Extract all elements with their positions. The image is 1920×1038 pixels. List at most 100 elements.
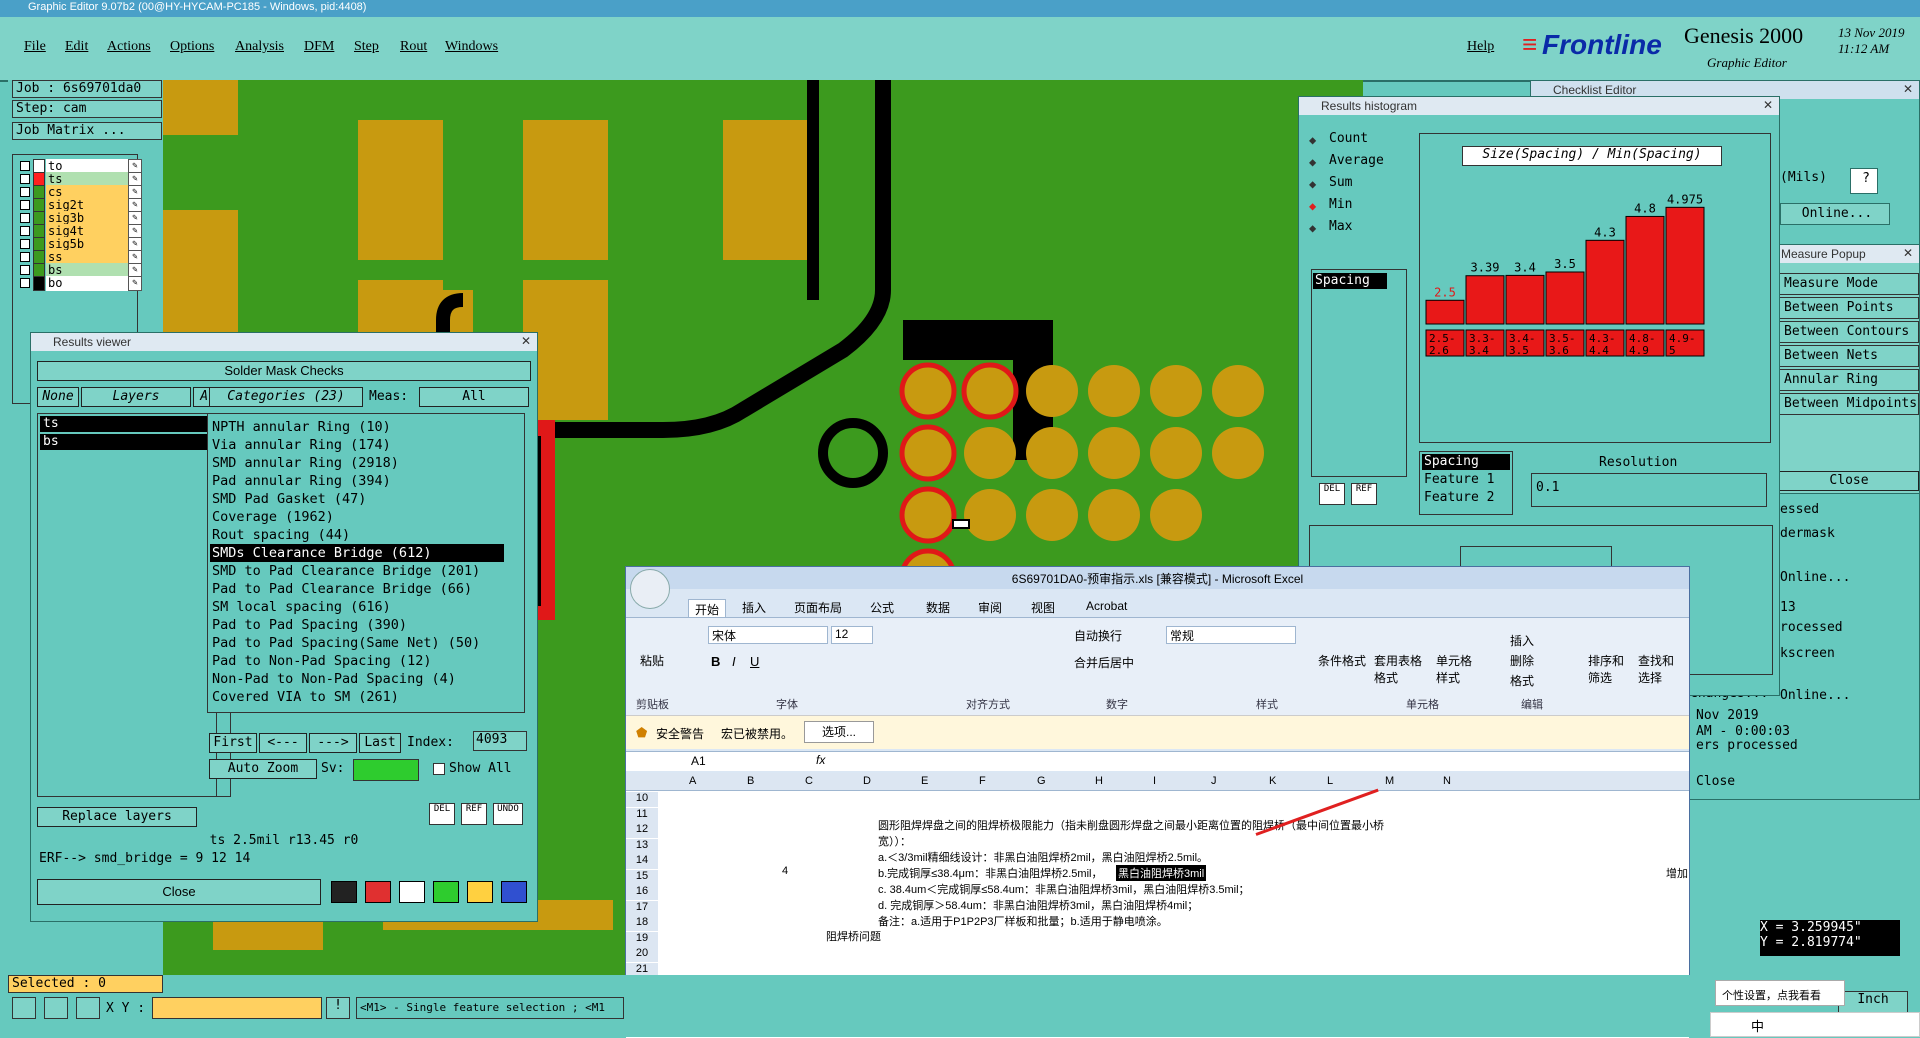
layer-checkbox[interactable] bbox=[20, 239, 30, 249]
category-item[interactable]: SMD Pad Gasket (47) bbox=[210, 490, 504, 508]
job-field[interactable]: Job : 6s69701da0 bbox=[12, 80, 162, 98]
ribbon-tab[interactable]: 数据 bbox=[926, 599, 950, 616]
category-item[interactable]: SMDs Clearance Bridge (612) bbox=[210, 544, 504, 562]
row-header[interactable]: 11 bbox=[626, 807, 658, 823]
layer-checkbox[interactable] bbox=[20, 265, 30, 275]
next-button[interactable]: ---> bbox=[309, 733, 357, 753]
sv-color-select[interactable] bbox=[353, 759, 419, 781]
tool-icon-2[interactable] bbox=[365, 881, 391, 903]
index-input[interactable]: 4093 bbox=[473, 731, 527, 751]
bold-button[interactable]: B bbox=[711, 654, 720, 669]
layer-checkbox[interactable] bbox=[20, 161, 30, 171]
histogram-bar[interactable] bbox=[1545, 271, 1585, 325]
row-header[interactable]: 10 bbox=[626, 792, 658, 807]
category-item[interactable]: Coverage (1962) bbox=[210, 508, 504, 526]
column-header[interactable]: M bbox=[1385, 775, 1394, 787]
undo-icon[interactable]: UNDO bbox=[493, 803, 523, 825]
row-header[interactable]: 13 bbox=[626, 838, 658, 854]
grid-tool-icon[interactable] bbox=[76, 997, 100, 1019]
right-row-text[interactable]: Close bbox=[1696, 774, 1735, 789]
ribbon-tab[interactable]: 审阅 bbox=[978, 599, 1002, 616]
none-button[interactable]: None bbox=[37, 387, 79, 407]
layer-result-bs[interactable]: bs bbox=[40, 434, 216, 450]
column-header[interactable]: C bbox=[805, 775, 813, 787]
menu-rout[interactable]: Rout bbox=[400, 39, 427, 55]
resolution-input[interactable]: 0.1 bbox=[1531, 473, 1767, 507]
ribbon-tab[interactable]: 页面布局 bbox=[794, 599, 842, 616]
del-icon[interactable]: DEL bbox=[429, 803, 455, 825]
xy-input[interactable] bbox=[152, 997, 322, 1019]
angle-tool-icon[interactable] bbox=[44, 997, 68, 1019]
layer-row[interactable]: bo ✎ bbox=[20, 276, 144, 291]
office-button[interactable] bbox=[630, 569, 670, 609]
layer-result-ts[interactable]: ts bbox=[40, 416, 216, 432]
cell-text-line[interactable]: a.＜3/3mil精细线设计：非黑白油阻焊桥2mil，黑白油阻焊桥2.5mil。 bbox=[878, 849, 1208, 865]
histogram-bar[interactable] bbox=[1465, 275, 1505, 325]
layers-button[interactable]: Layers bbox=[81, 387, 191, 407]
cell-text-line[interactable]: 宽））： bbox=[878, 833, 911, 849]
job-matrix-button[interactable]: Job Matrix ... bbox=[12, 122, 162, 140]
category-item[interactable]: Pad to Pad Spacing(Same Net) (50) bbox=[210, 634, 504, 652]
mode-radio[interactable]: ◆ Min bbox=[1309, 197, 1409, 215]
auto-zoom-select[interactable]: Auto Zoom bbox=[209, 759, 317, 779]
italic-button[interactable]: I bbox=[732, 654, 736, 669]
res-list-item[interactable]: Feature 1 bbox=[1422, 472, 1510, 488]
menu-edit[interactable]: Edit bbox=[65, 39, 88, 55]
row-header[interactable]: 17 bbox=[626, 900, 658, 916]
ribbon-tab[interactable]: Acrobat bbox=[1086, 599, 1127, 613]
cell-text[interactable]: 增加 bbox=[1666, 865, 1688, 881]
help-icon[interactable]: ? bbox=[1850, 168, 1878, 194]
category-item[interactable]: Non-Pad to Non-Pad Spacing (4) bbox=[210, 670, 504, 688]
cell-text[interactable]: 4 bbox=[782, 865, 788, 877]
right-row-text[interactable]: Online... bbox=[1780, 570, 1850, 585]
category-item[interactable]: SMD annular Ring (2918) bbox=[210, 454, 504, 472]
close-icon[interactable]: ✕ bbox=[521, 334, 531, 348]
histogram-bar[interactable] bbox=[1625, 215, 1665, 325]
cond-format-button[interactable]: 条件格式 bbox=[1318, 652, 1366, 669]
prev-button[interactable]: <--- bbox=[259, 733, 307, 753]
options-button[interactable]: 选项... bbox=[804, 721, 874, 743]
category-item[interactable]: Pad to Pad Clearance Bridge (66) bbox=[210, 580, 504, 598]
histogram-icon[interactable] bbox=[501, 881, 527, 903]
categories-button[interactable]: Categories (23) bbox=[209, 387, 363, 407]
column-header[interactable]: F bbox=[979, 775, 986, 787]
mode-radio[interactable]: ◆ Sum bbox=[1309, 175, 1409, 193]
menu-file[interactable]: File bbox=[24, 39, 46, 55]
measure-item[interactable]: Between Nets bbox=[1779, 345, 1919, 367]
histogram-bar[interactable] bbox=[1665, 206, 1705, 325]
category-item[interactable]: Pad annular Ring (394) bbox=[210, 472, 504, 490]
histogram-bar[interactable] bbox=[1425, 299, 1465, 325]
measure-item[interactable]: Between Contours bbox=[1779, 321, 1919, 343]
column-header[interactable]: D bbox=[863, 775, 871, 787]
column-header[interactable]: N bbox=[1443, 775, 1451, 787]
close-icon[interactable]: ✕ bbox=[1903, 246, 1913, 260]
category-item[interactable]: Pad to Non-Pad Spacing (12) bbox=[210, 652, 504, 670]
show-all-checkbox[interactable] bbox=[433, 763, 445, 775]
cell-text-line[interactable]: d. 完成铜厚＞58.4um：非黑白油阻焊桥3mil，黑白油阻焊桥4mil； bbox=[878, 897, 1198, 913]
res-list-item[interactable]: Feature 2 bbox=[1422, 490, 1510, 506]
sort-filter-button[interactable]: 排序和筛选 bbox=[1588, 652, 1628, 686]
row-header[interactable]: 18 bbox=[626, 916, 658, 931]
last-button[interactable]: Last bbox=[359, 733, 401, 753]
mode-radio[interactable]: ◆ Max bbox=[1309, 219, 1409, 237]
font-size-select[interactable]: 12 bbox=[831, 626, 873, 644]
merge-button[interactable]: 合并后居中 bbox=[1074, 654, 1134, 671]
wrap-button[interactable]: 自动换行 bbox=[1074, 627, 1122, 644]
cell-text-line[interactable]: b.完成铜厚≤38.4μm：非黑白油阻焊桥2.5mil， bbox=[878, 865, 1102, 881]
column-header[interactable]: L bbox=[1327, 775, 1333, 787]
step-field[interactable]: Step: cam bbox=[12, 100, 162, 118]
tool-icon-1[interactable] bbox=[331, 881, 357, 903]
cell-text-line[interactable]: 备注：a.适用于P1P2P3厂样板和批量；b.适用于静电喷涂。 bbox=[878, 913, 1168, 929]
ribbon-tab[interactable]: 视图 bbox=[1031, 599, 1055, 616]
insert-cells-button[interactable]: 插入 bbox=[1510, 632, 1534, 649]
layer-checkbox[interactable] bbox=[20, 278, 30, 288]
histogram-bar[interactable] bbox=[1585, 239, 1625, 325]
layer-checkbox[interactable] bbox=[20, 226, 30, 236]
cell-text-line[interactable]: 黑白油阻焊桥3mil bbox=[1116, 865, 1207, 881]
layer-checkbox[interactable] bbox=[20, 187, 30, 197]
row-header[interactable]: 19 bbox=[626, 931, 658, 947]
hist-ref-icon[interactable]: REF bbox=[1351, 483, 1377, 505]
measure-item[interactable]: Measure Mode bbox=[1779, 273, 1919, 295]
layer-checkbox[interactable] bbox=[20, 200, 30, 210]
font-select[interactable]: 宋体 bbox=[708, 626, 828, 644]
